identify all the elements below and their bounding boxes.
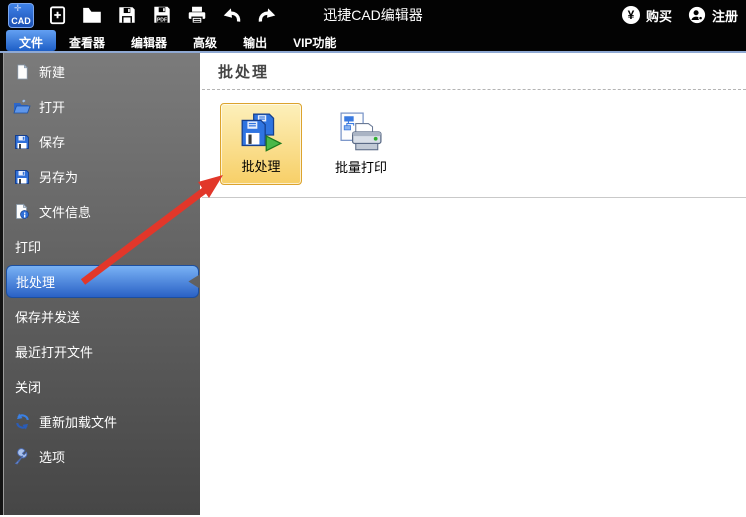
sidebar-item-file-info[interactable]: 文件信息 — [3, 194, 200, 229]
sidebar-item-open[interactable]: 打开 — [3, 89, 200, 124]
new-icon[interactable] — [44, 2, 70, 28]
menu-bar: 文件 查看器 编辑器 高级 输出 VIP功能 — [0, 30, 746, 51]
options-wrench-icon — [12, 448, 32, 466]
file-info-icon — [12, 203, 32, 221]
sidebar-item-label: 保存 — [39, 135, 66, 150]
sidebar-item-reload[interactable]: 重新加载文件 — [3, 404, 200, 439]
sidebar-item-recent-files[interactable]: 最近打开文件 — [3, 334, 200, 369]
sidebar-item-label: 批处理 — [16, 275, 56, 290]
tab-editor[interactable]: 编辑器 — [118, 30, 180, 51]
sidebar-item-close[interactable]: 关闭 — [3, 369, 200, 404]
yen-icon: ¥ — [621, 6, 640, 24]
tab-file[interactable]: 文件 — [6, 30, 57, 51]
tab-advanced[interactable]: 高级 — [180, 30, 230, 51]
register-label: 注册 — [711, 8, 738, 24]
sidebar-item-batch[interactable]: 批处理 — [6, 265, 199, 298]
dashed-separator — [202, 89, 746, 90]
sidebar-item-save-as[interactable]: 另存为 — [3, 159, 200, 194]
save-icon[interactable] — [114, 2, 140, 28]
undo-icon[interactable] — [219, 2, 245, 28]
batch-process-icon — [238, 112, 284, 156]
sidebar-item-label: 文件信息 — [39, 205, 92, 220]
tab-output[interactable]: 输出 — [230, 30, 280, 51]
sidebar-item-label: 打开 — [39, 100, 66, 115]
sidebar-item-label: 关闭 — [15, 380, 42, 395]
sidebar-item-label: 重新加载文件 — [39, 415, 118, 430]
sidebar-item-print[interactable]: 打印 — [3, 229, 200, 264]
file-menu-sidebar: 新建 打开 保存 另存为 文件信息 打印 批处理 保存并发送 最近打开文件 关闭… — [0, 53, 200, 515]
register-button[interactable]: 注册 — [688, 6, 738, 25]
save-icon — [12, 133, 32, 151]
batch-process-button[interactable]: 批处理 — [220, 103, 302, 185]
batch-print-label: 批量打印 — [334, 160, 387, 175]
solid-separator — [202, 197, 746, 198]
sidebar-item-options[interactable]: 选项 — [3, 439, 200, 474]
sidebar-item-label: 另存为 — [39, 170, 79, 185]
sidebar-item-new[interactable]: 新建 — [3, 54, 200, 89]
buy-button[interactable]: ¥ 购买 — [621, 6, 672, 25]
sidebar-item-label: 保存并发送 — [15, 310, 81, 325]
user-icon — [688, 6, 706, 24]
logo-crosshair-icon: ✛ — [14, 2, 22, 13]
sidebar-item-label: 新建 — [39, 65, 66, 80]
quick-toolbar: PDF — [44, 2, 280, 28]
batch-print-button[interactable]: 批量打印 — [320, 103, 402, 185]
batch-section: 批处理 批处理 批量打印 — [200, 53, 746, 515]
print-icon[interactable] — [184, 2, 210, 28]
file-menu-panel: 新建 打开 保存 另存为 文件信息 打印 批处理 保存并发送 最近打开文件 关闭… — [0, 51, 746, 515]
reload-icon — [12, 413, 32, 431]
sidebar-item-save[interactable]: 保存 — [3, 124, 200, 159]
batch-actions-row: 批处理 批量打印 — [220, 103, 746, 185]
sidebar-item-label: 选项 — [39, 450, 66, 465]
open-folder-icon — [12, 98, 32, 116]
svg-text:PDF: PDF — [157, 17, 167, 23]
logo-text: CAD — [11, 15, 31, 26]
buy-label: 购买 — [645, 8, 672, 24]
sidebar-item-save-and-send[interactable]: 保存并发送 — [3, 299, 200, 334]
section-title: 批处理 — [218, 64, 270, 81]
new-file-icon — [12, 63, 32, 81]
batch-process-label: 批处理 — [241, 159, 281, 174]
redo-icon[interactable] — [254, 2, 280, 28]
title-bar: ✛ CAD PDF 迅捷CAD编辑器 ¥ 购买 注册 — [0, 0, 746, 30]
app-logo[interactable]: ✛ CAD — [8, 2, 34, 28]
export-pdf-icon[interactable]: PDF — [149, 2, 175, 28]
batch-print-icon — [339, 111, 383, 155]
sidebar-item-label: 打印 — [15, 240, 42, 255]
tab-vip[interactable]: VIP功能 — [280, 30, 349, 51]
open-folder-icon[interactable] — [79, 2, 105, 28]
account-area: ¥ 购买 注册 — [621, 6, 738, 25]
save-as-icon — [12, 168, 32, 186]
tab-viewer[interactable]: 查看器 — [56, 30, 118, 51]
sidebar-item-label: 最近打开文件 — [15, 345, 94, 360]
